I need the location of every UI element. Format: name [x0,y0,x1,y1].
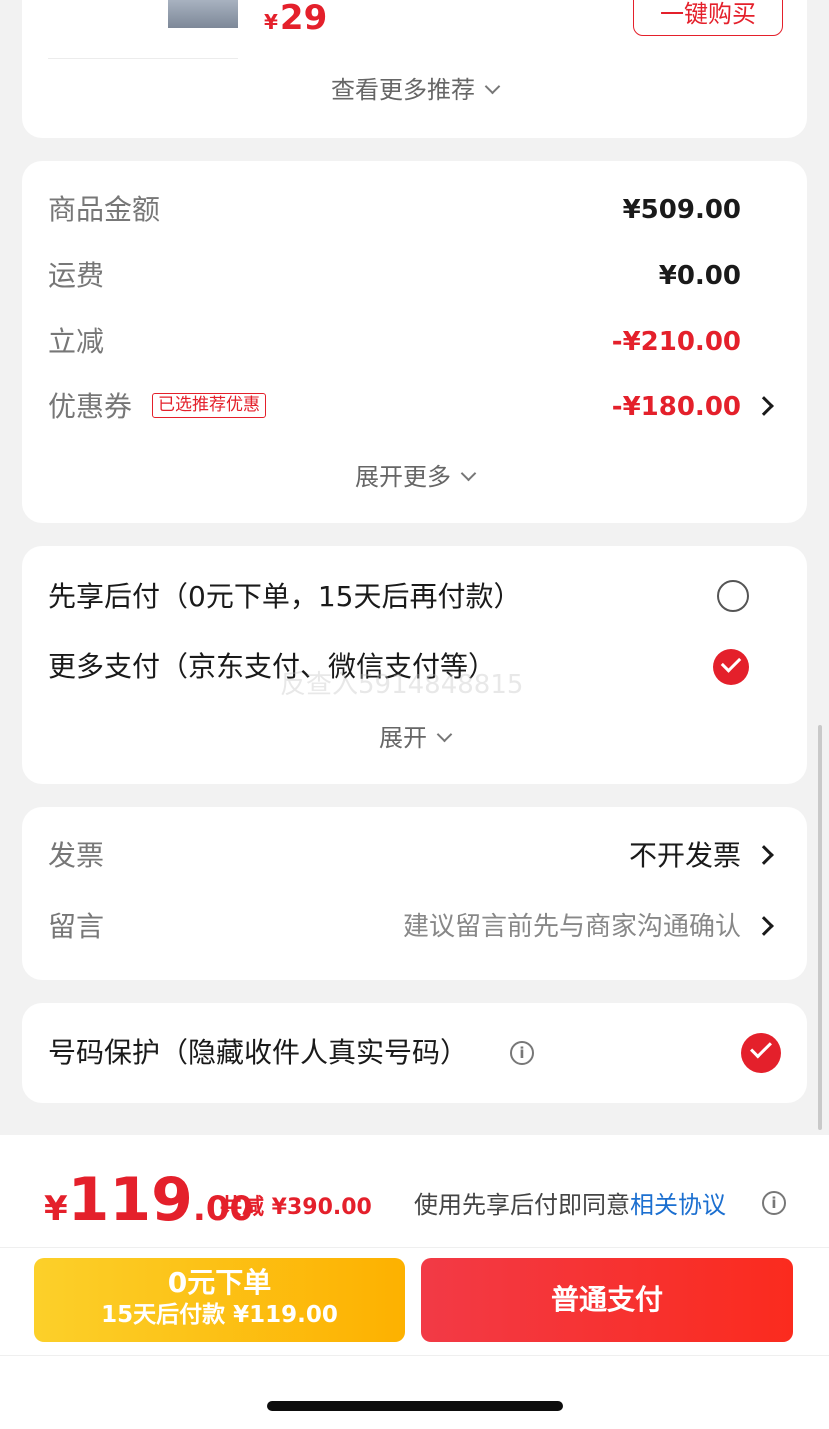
info-icon[interactable]: i [762,1191,786,1215]
number-protection-check-icon[interactable] [741,1033,781,1073]
invoice-label: 发票 [48,839,105,872]
summary-row-coupon[interactable]: 优惠券 已选推荐优惠 -¥180.00 [48,382,781,432]
instant-discount-label: 立减 [48,325,105,358]
summary-row-instant-discount: 立减 -¥210.00 [48,317,781,367]
product-image-shape [168,0,238,28]
one-click-buy-button[interactable]: 一键购买 [633,0,783,36]
expand-more-toggle[interactable]: 展开更多 [22,457,807,492]
total-discount: 共减 ¥390.00 [220,1195,372,1220]
chevron-right-icon [754,916,774,936]
see-more-recommend[interactable]: 查看更多推荐 [22,70,807,105]
checkout-bar: ¥119.00 共减 ¥390.00 使用先享后付即同意相关协议 i 0元下单 … [0,1135,829,1429]
chevron-right-icon [754,396,774,416]
summary-row-shipping: 运费 ¥0.00 [48,251,781,301]
goods-amount-label: 商品金额 [48,193,161,226]
message-placeholder: 建议留言前先与商家沟通确认 [402,912,741,942]
info-icon[interactable]: i [510,1041,534,1065]
coupon-recommended-tag: 已选推荐优惠 [152,393,266,418]
payment-option-more[interactable]: 更多支付（京东支付、微信支付等） [48,642,781,692]
expand-more-label: 展开更多 [355,463,451,491]
home-indicator[interactable] [267,1401,563,1411]
chevron-down-icon [460,465,477,482]
bnpl-option-label: 先享后付（0元下单，15天后再付款） [48,580,522,613]
invoice-value: 不开发票 [628,839,741,872]
payment-expand-label: 展开 [379,724,427,752]
message-label: 留言 [48,910,105,943]
payment-expand-toggle[interactable]: 展开 [22,718,807,753]
payment-method-card: 先享后付（0元下单，15天后再付款） 更多支付（京东支付、微信支付等） 展开 [22,546,807,784]
shipping-value: ¥0.00 [658,261,741,291]
order-summary-card: 商品金额 ¥509.00 运费 ¥0.00 立减 -¥210.00 优惠券 已选… [22,161,807,523]
number-protection-row[interactable]: 号码保护（隐藏收件人真实号码） i [48,1028,781,1078]
more-payment-option-label: 更多支付（京东支付、微信支付等） [48,650,497,683]
divider [0,1247,829,1248]
see-more-label: 查看更多推荐 [331,76,475,104]
number-protection-card: 号码保护（隐藏收件人真实号码） i [22,1003,807,1103]
bnpl-button-line1: 0元下单 [167,1266,272,1299]
chevron-down-icon [436,726,453,743]
price-value: 29 [279,0,328,38]
summary-row-goods: 商品金额 ¥509.00 [48,185,781,235]
total-integer: 119 [67,1165,193,1235]
number-protection-label: 号码保护（隐藏收件人真实号码） [48,1036,469,1069]
recommend-card: ¥29 一键购买 查看更多推荐 [22,0,807,138]
coupon-label: 优惠券 [48,390,133,423]
agreement-link[interactable]: 相关协议 [630,1191,726,1219]
chevron-right-icon [754,845,774,865]
recommend-price: ¥29 [264,0,327,50]
message-row[interactable]: 留言 建议留言前先与商家沟通确认 [48,902,781,952]
invoice-message-card: 发票 不开发票 留言 建议留言前先与商家沟通确认 [22,807,807,980]
divider [0,1355,829,1356]
chevron-down-icon [484,78,501,95]
bnpl-agreement: 使用先享后付即同意相关协议 [414,1185,726,1220]
agreement-prefix: 使用先享后付即同意 [414,1191,630,1219]
normal-pay-button[interactable]: 普通支付 [421,1258,793,1342]
product-thumbnail[interactable] [48,0,238,59]
total-currency: ¥ [44,1189,68,1229]
coupon-value: -¥180.00 [611,392,741,422]
instant-discount-value: -¥210.00 [611,327,741,357]
scrollbar[interactable] [818,725,822,1130]
bnpl-order-button[interactable]: 0元下单 15天后付款 ¥119.00 [34,1258,405,1342]
price-symbol: ¥ [264,10,278,34]
bnpl-radio[interactable] [717,580,749,612]
bnpl-button-line2: 15天后付款 ¥119.00 [101,1302,338,1328]
goods-amount-value: ¥509.00 [622,195,741,225]
shipping-label: 运费 [48,259,105,292]
invoice-row[interactable]: 发票 不开发票 [48,831,781,881]
selected-check-icon[interactable] [713,649,749,685]
payment-option-bnpl[interactable]: 先享后付（0元下单，15天后再付款） [48,572,781,622]
